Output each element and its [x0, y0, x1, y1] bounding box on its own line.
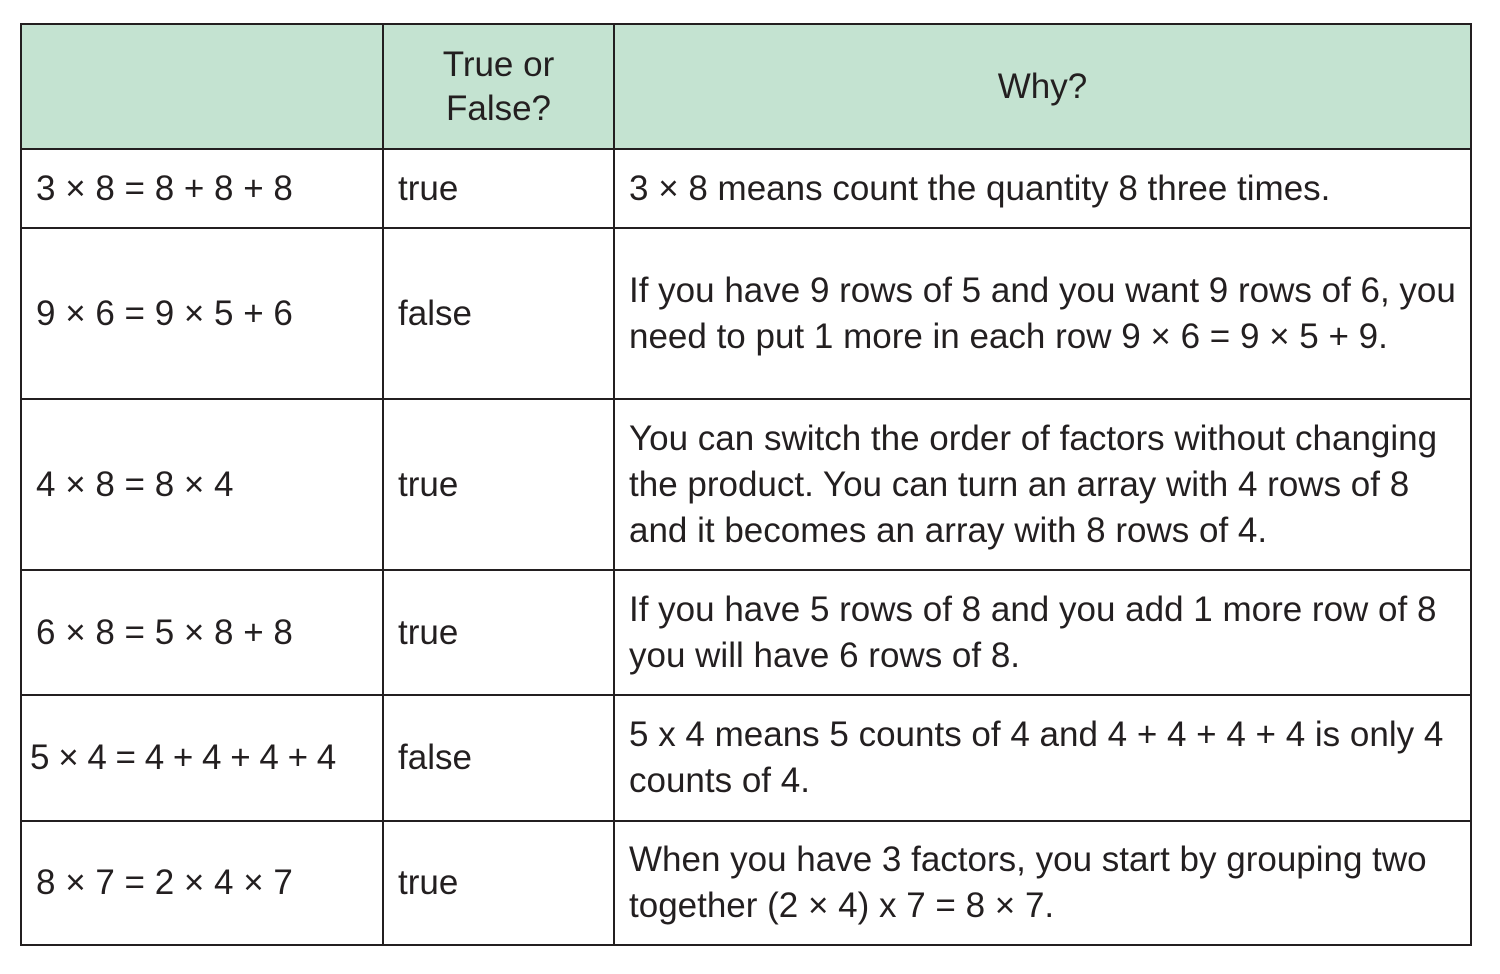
- header-statement-cell: [20, 23, 384, 150]
- why-cell: 5 x 4 means 5 counts of 4 and 4 + 4 + 4 …: [613, 694, 1472, 822]
- table-row: 6 × 8 = 5 × 8 + 8 true If you have 5 row…: [20, 569, 1472, 696]
- true-false-cell: false: [382, 227, 615, 400]
- statement-cell: 8 × 7 = 2 × 4 × 7: [20, 820, 384, 946]
- header-true-or-false-line2: False?: [445, 88, 552, 128]
- true-false-cell: false: [382, 694, 615, 822]
- why-cell: If you have 9 rows of 5 and you want 9 r…: [613, 227, 1472, 400]
- why-cell: You can switch the order of factors with…: [613, 398, 1472, 571]
- true-false-cell: true: [382, 820, 615, 946]
- why-cell: When you have 3 factors, you start by gr…: [613, 820, 1472, 946]
- statement-cell: 9 × 6 = 9 × 5 + 6: [20, 227, 384, 400]
- statement-cell: 5 × 4 = 4 + 4 + 4 + 4: [20, 694, 384, 822]
- true-false-cell: true: [382, 148, 615, 229]
- why-cell: If you have 5 rows of 8 and you add 1 mo…: [613, 569, 1472, 696]
- table-row: 4 × 8 = 8 × 4 true You can switch the or…: [20, 398, 1472, 571]
- statement-cell: 4 × 8 = 8 × 4: [20, 398, 384, 571]
- true-false-table: True or False? Why? 3 × 8 = 8 + 8 + 8 tr…: [20, 23, 1472, 946]
- header-true-or-false-line1: True or: [442, 44, 555, 84]
- statement-cell: 6 × 8 = 5 × 8 + 8: [20, 569, 384, 696]
- table-row: 5 × 4 = 4 + 4 + 4 + 4 false 5 x 4 means …: [20, 694, 1472, 822]
- table-row: 9 × 6 = 9 × 5 + 6 false If you have 9 ro…: [20, 227, 1472, 400]
- table-header-row: True or False? Why?: [20, 23, 1472, 150]
- table-row: 8 × 7 = 2 × 4 × 7 true When you have 3 f…: [20, 820, 1472, 946]
- why-cell: 3 × 8 means count the quantity 8 three t…: [613, 148, 1472, 229]
- true-false-cell: true: [382, 398, 615, 571]
- table-row: 3 × 8 = 8 + 8 + 8 true 3 × 8 means count…: [20, 148, 1472, 229]
- header-why-cell: Why?: [613, 23, 1472, 150]
- statement-cell: 3 × 8 = 8 + 8 + 8: [20, 148, 384, 229]
- true-false-cell: true: [382, 569, 615, 696]
- header-true-or-false-cell: True or False?: [382, 23, 615, 150]
